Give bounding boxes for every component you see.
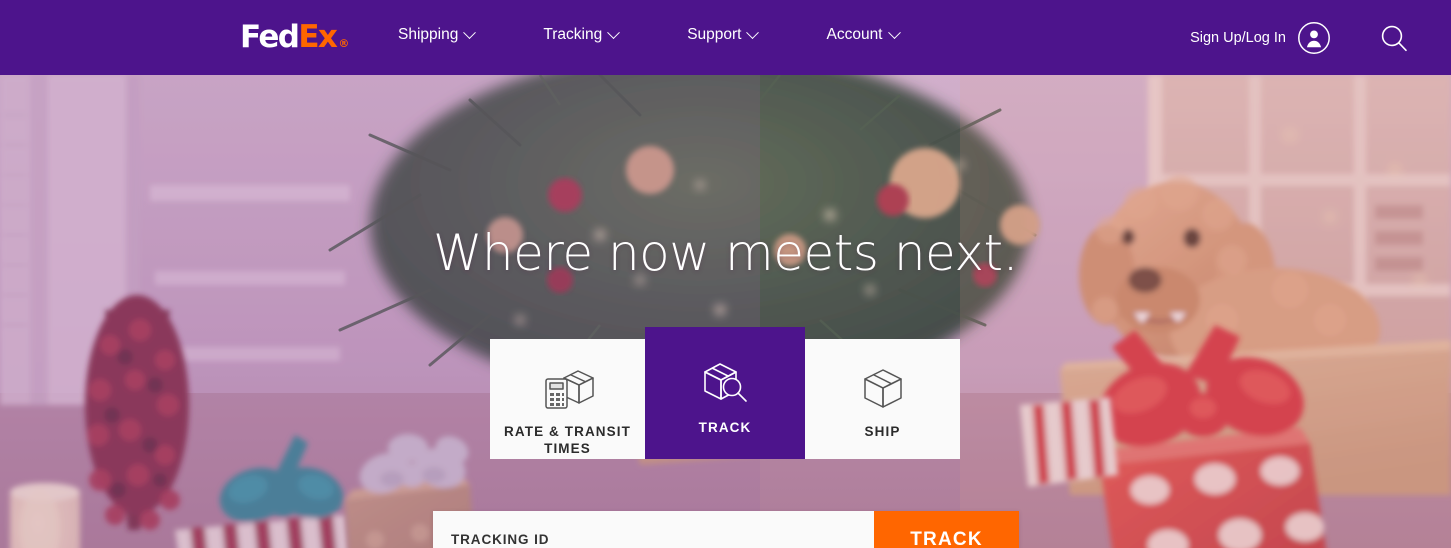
fedex-logo[interactable]: FedEx ® — [240, 22, 349, 59]
logo-fed-text: Fed — [240, 19, 300, 55]
chevron-down-icon — [463, 25, 477, 39]
tab-track[interactable]: TRACK — [645, 327, 805, 459]
tab-label-ship: SHIP — [864, 424, 901, 439]
nav-label-tracking: Tracking — [543, 26, 603, 43]
tab-label-track: TRACK — [698, 420, 752, 435]
sign-up-login-link[interactable]: Sign Up/Log In — [1190, 30, 1286, 46]
site-header: FedEx ® Shipping Tracking Support Account… — [0, 0, 1451, 75]
nav-item-shipping[interactable]: Shipping — [398, 25, 488, 44]
tab-ship[interactable]: SHIP — [805, 339, 960, 459]
header-right-group: Sign Up/Log In — [1190, 0, 1451, 75]
nav-label-shipping: Shipping — [398, 26, 459, 43]
user-circle-icon[interactable] — [1297, 21, 1331, 55]
hero-section: Where now meets next. RATE & TRANSIT TIM… — [0, 75, 1451, 548]
tracking-id-input[interactable] — [433, 511, 874, 548]
fedex-homepage: FedEx ® Shipping Tracking Support Account… — [0, 0, 1451, 548]
nav-label-support: Support — [687, 26, 742, 43]
tab-rate-and-transit-times[interactable]: RATE & TRANSIT TIMES — [490, 339, 645, 459]
logo-ex-text: Ex — [298, 19, 338, 55]
box-calculator-icon — [540, 365, 596, 411]
track-submit-button[interactable]: TRACK — [874, 511, 1019, 548]
hero-background-image — [0, 75, 1451, 548]
nav-label-account: Account — [826, 26, 883, 43]
nav-item-support[interactable]: Support — [687, 25, 771, 44]
service-tabs: RATE & TRANSIT TIMES TRACK SHIP — [490, 327, 960, 459]
registered-mark: ® — [338, 37, 350, 50]
box-icon — [859, 365, 907, 411]
chevron-down-icon — [746, 25, 760, 39]
search-icon[interactable] — [1379, 23, 1409, 53]
box-magnifier-icon — [699, 359, 751, 405]
nav-item-tracking[interactable]: Tracking — [543, 25, 632, 44]
tab-label-rate-and-transit-times: RATE & TRANSIT TIMES — [504, 424, 631, 456]
main-navigation: Shipping Tracking Support Account — [398, 25, 913, 44]
track-form: TRACK — [433, 511, 1019, 548]
chevron-down-icon — [887, 25, 901, 39]
hero-headline: Where now meets next. — [432, 224, 1019, 282]
nav-item-account[interactable]: Account — [826, 25, 912, 44]
chevron-down-icon — [607, 25, 621, 39]
